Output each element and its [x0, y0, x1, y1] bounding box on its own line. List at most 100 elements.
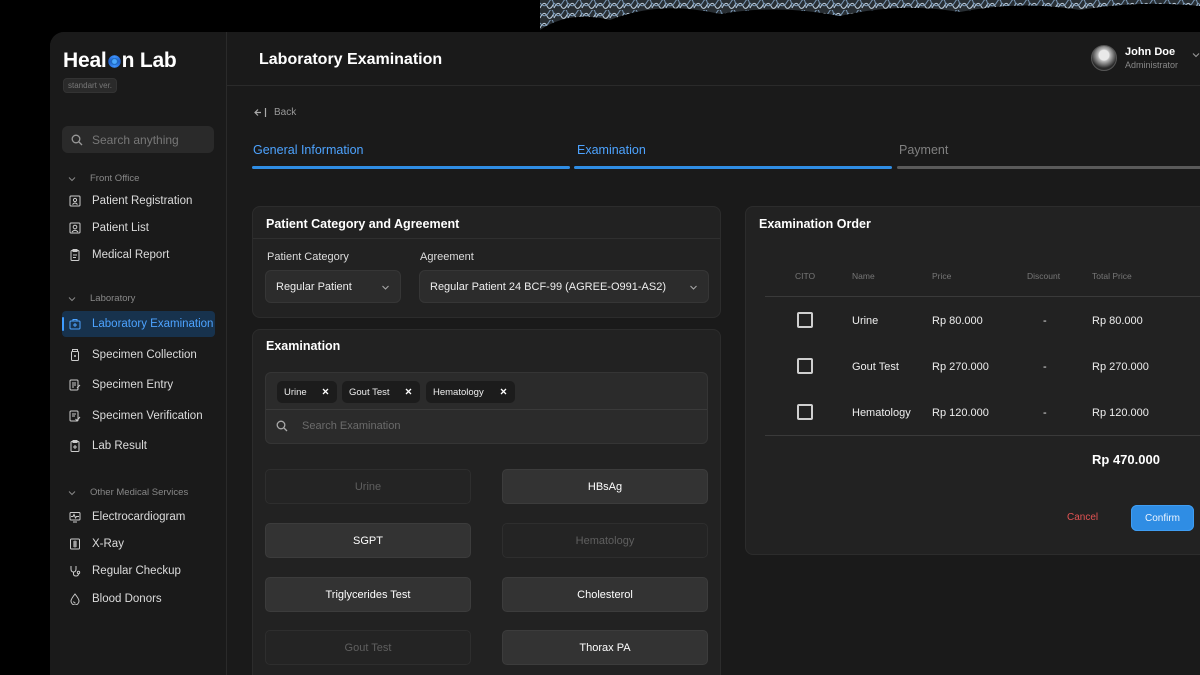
user-name: John Doe [1125, 46, 1176, 58]
cito-checkbox[interactable] [797, 358, 813, 374]
document-edit-icon [69, 379, 81, 391]
cito-checkbox[interactable] [797, 312, 813, 328]
sidebar: Heal n Lab standart ver. Front Office Pat… [50, 32, 227, 675]
cito-checkbox[interactable] [797, 404, 813, 420]
close-icon[interactable] [403, 386, 414, 397]
section-laboratory[interactable]: Laboratory [68, 293, 135, 304]
chevron-down-icon [68, 296, 76, 301]
app-logo: Heal n Lab [63, 49, 177, 73]
page-title: Laboratory Examination [259, 51, 443, 68]
chip-gout-test: Gout Test [342, 381, 420, 403]
sidebar-item-medical-report[interactable]: Medical Report [62, 242, 215, 268]
step-examination[interactable]: Examination [577, 143, 646, 157]
option-gout-test[interactable]: Gout Test [265, 630, 471, 665]
chevron-down-icon [68, 176, 76, 181]
heartbeat-monitor-icon [69, 512, 81, 523]
order-discount: - [1043, 315, 1047, 327]
option-hematology[interactable]: Hematology [502, 523, 708, 558]
option-sgpt[interactable]: SGPT [265, 523, 471, 558]
option-cholesterol[interactable]: Cholesterol [502, 577, 708, 612]
patient-category-select[interactable]: Regular Patient [265, 270, 401, 303]
agreement-label: Agreement [420, 251, 474, 263]
logo-text-end: n Lab [121, 49, 177, 72]
patient-category-card: Patient Category and Agreement Patient C… [252, 206, 721, 318]
sidebar-item-x-ray[interactable]: X-Ray [62, 531, 215, 557]
header-texture-image [540, 0, 1200, 34]
clipboard-icon [70, 249, 80, 261]
close-icon[interactable] [320, 386, 331, 397]
sidebar-item-specimen-collection[interactable]: Specimen Collection [62, 342, 215, 368]
sidebar-item-electrocardiogram[interactable]: Electrocardiogram [62, 504, 215, 530]
examination-card: Examination Urine Gout Test Hematology S… [252, 329, 721, 675]
card-title: Patient Category and Agreement [266, 217, 460, 231]
blood-drop-icon [70, 593, 80, 605]
clipboard-plus-icon [70, 440, 80, 452]
order-price: Rp 120.000 [932, 407, 989, 419]
step-general-information[interactable]: General Information [253, 143, 363, 157]
medical-case-icon [69, 319, 81, 330]
examination-search[interactable] [276, 420, 602, 432]
order-discount: - [1043, 361, 1047, 373]
chip-hematology: Hematology [426, 381, 515, 403]
option-urine[interactable]: Urine [265, 469, 471, 504]
main-content: Laboratory Examination John Doe Administ… [227, 32, 1200, 675]
option-triglycerides-test[interactable]: Triglycerides Test [265, 577, 471, 612]
logo-globe-icon [107, 54, 121, 68]
logo-text-start: Heal [63, 49, 107, 72]
card-title: Examination [266, 339, 341, 353]
step-progress-bar-3 [897, 166, 1200, 169]
chip-urine: Urine [277, 381, 337, 403]
card-title: Examination Order [759, 217, 871, 231]
stethoscope-icon [70, 566, 81, 577]
chevron-down-icon[interactable] [1191, 50, 1200, 60]
x-ray-icon [70, 538, 80, 550]
option-thorax-pa[interactable]: Thorax PA [502, 630, 708, 665]
sidebar-item-laboratory-examination[interactable]: Laboratory Examination [62, 311, 215, 337]
examination-search-input[interactable] [302, 420, 602, 432]
user-list-icon [69, 222, 81, 234]
order-price: Rp 270.000 [932, 361, 989, 373]
sidebar-item-patient-list[interactable]: Patient List [62, 215, 215, 241]
avatar [1091, 45, 1117, 71]
close-icon[interactable] [498, 386, 509, 397]
step-payment[interactable]: Payment [899, 143, 948, 157]
user-menu[interactable]: John Doe Administrator [1091, 45, 1200, 71]
sidebar-item-regular-checkup[interactable]: Regular Checkup [62, 558, 215, 584]
confirm-button[interactable]: Confirm [1131, 505, 1194, 531]
sidebar-search[interactable] [62, 126, 214, 153]
document-check-icon [69, 410, 81, 422]
order-name: Urine [852, 315, 879, 327]
column-header-name: Name [852, 271, 875, 281]
column-header-discount: Discount [1027, 271, 1061, 281]
order-name: Gout Test [852, 361, 899, 373]
column-header-price: Price [932, 271, 952, 281]
option-hbsag[interactable]: HBsAg [502, 469, 708, 504]
search-input[interactable] [92, 132, 212, 147]
order-discount: - [1043, 407, 1047, 419]
sidebar-item-blood-donors[interactable]: Blood Donors [62, 586, 215, 612]
user-role: Administrator [1125, 60, 1179, 70]
arrow-left-icon [254, 108, 267, 117]
sidebar-item-patient-registration[interactable]: Patient Registration [62, 188, 215, 214]
agreement-select[interactable]: Regular Patient 24 BCF-99 (AGREE-O991-AS… [419, 270, 709, 303]
order-total: Rp 270.000 [1092, 361, 1149, 373]
examination-order-card: Examination Order CITO Name Price Discou… [745, 206, 1200, 555]
chevron-down-icon [690, 285, 697, 290]
step-progress-bar-2 [574, 166, 892, 169]
id-card-icon [69, 195, 81, 207]
top-bar: Laboratory Examination John Doe Administ… [227, 32, 1200, 86]
section-front-office[interactable]: Front Office [68, 173, 139, 184]
back-button[interactable]: Back [254, 107, 296, 118]
section-other-medical-services[interactable]: Other Medical Services [68, 487, 188, 498]
sidebar-item-specimen-entry[interactable]: Specimen Entry [62, 372, 215, 398]
step-progress-bar-1 [252, 166, 570, 169]
specimen-bottle-icon [71, 349, 79, 361]
order-price: Rp 80.000 [932, 315, 983, 327]
cancel-button[interactable]: Cancel [1067, 512, 1098, 523]
app-window: Heal n Lab standart ver. Front Office Pat… [50, 32, 1200, 675]
sidebar-item-specimen-verification[interactable]: Specimen Verification [62, 403, 215, 429]
sidebar-item-lab-result[interactable]: Lab Result [62, 433, 215, 459]
search-icon [276, 420, 288, 432]
order-total: Rp 80.000 [1092, 315, 1143, 327]
version-badge: standart ver. [63, 78, 118, 93]
